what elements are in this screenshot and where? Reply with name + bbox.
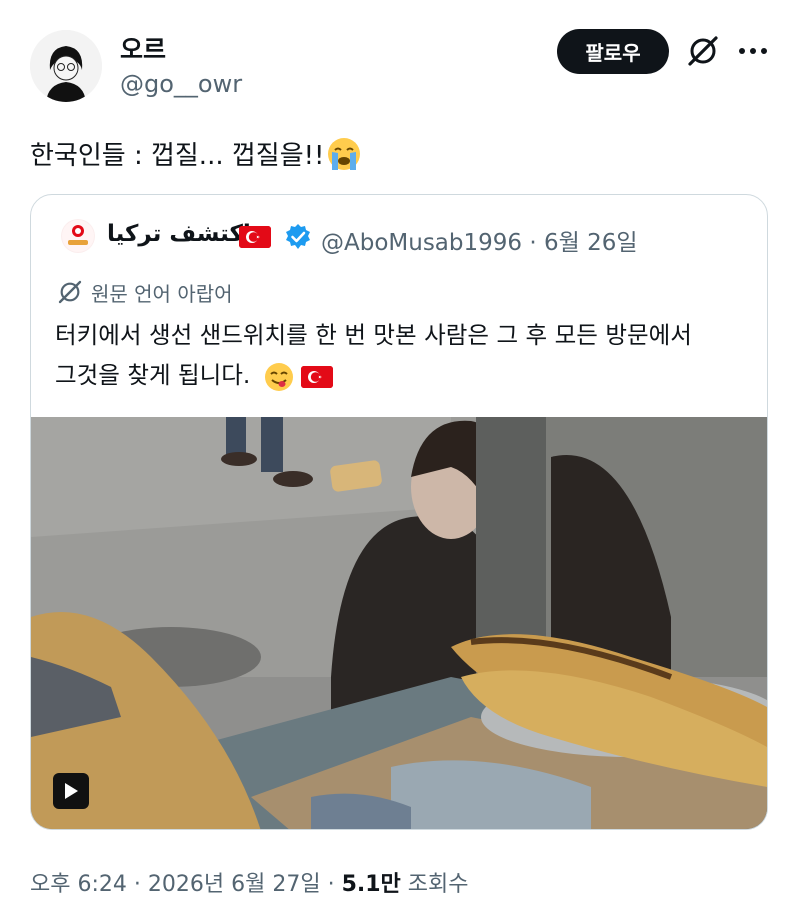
video-thumbnail[interactable] <box>31 417 767 829</box>
play-icon <box>65 783 78 799</box>
quote-body-line-2: 그것을 찾게 됩니다. <box>55 361 251 389</box>
user-handle[interactable]: @go__owr <box>120 70 242 98</box>
follow-button[interactable]: 팔로우 <box>557 29 669 74</box>
tweet-text: 한국인들 : 껍질... 껍질을!! <box>30 135 362 172</box>
translation-notice[interactable]: 원문 언어 아랍어 <box>55 277 233 307</box>
quote-body: 터키에서 생선 샌드위치를 한 번 맛본 사람은 그 후 모든 방문에서 그것을… <box>55 315 745 395</box>
tweet-text-content: 한국인들 : 껍질... 껍질을!! <box>30 141 325 171</box>
verified-badge-icon <box>283 222 313 252</box>
quote-body-line-1: 터키에서 생선 샌드위치를 한 번 맛본 사람은 그 후 모든 방문에서 <box>55 321 692 349</box>
view-count: 5.1만 <box>341 872 401 897</box>
quote-tweet-card[interactable]: اكتشف تركيا @AboMusab1996 · 6월 26일 원문 언어… <box>30 194 768 830</box>
avatar[interactable] <box>30 30 102 102</box>
translation-label: 원문 언어 아랍어 <box>91 281 233 306</box>
grok-slash-icon[interactable] <box>685 33 721 69</box>
tweet-time[interactable]: 오후 6:24 <box>30 872 127 897</box>
tweet-date[interactable]: 2026년 6월 27일 <box>148 872 321 897</box>
tweet-meta: 오후 6:24 · 2026년 6월 27일 · 5.1만 조회수 <box>30 872 469 897</box>
translate-icon <box>55 277 85 307</box>
play-button[interactable] <box>53 773 89 809</box>
quote-avatar[interactable] <box>61 219 95 253</box>
loudly-crying-face-icon <box>326 136 362 172</box>
turkey-flag-icon <box>301 365 334 388</box>
quote-handle-date[interactable]: @AboMusab1996 · 6월 26일 <box>321 223 638 257</box>
yum-face-icon <box>264 362 294 392</box>
view-count-label: 조회수 <box>407 872 469 897</box>
quote-display-name[interactable]: اكتشف تركيا <box>107 221 251 247</box>
more-dots-icon[interactable] <box>737 37 769 65</box>
display-name[interactable]: 오르 <box>120 30 166 66</box>
turkey-flag-icon <box>239 226 271 248</box>
